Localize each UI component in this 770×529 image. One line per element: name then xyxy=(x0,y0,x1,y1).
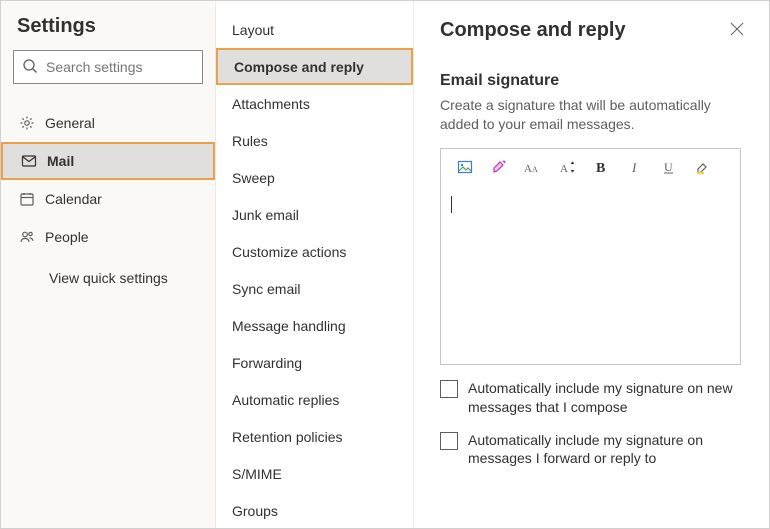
search-settings[interactable] xyxy=(13,50,203,84)
pane-title: Compose and reply xyxy=(440,19,626,42)
include-on-reply-checkbox[interactable] xyxy=(440,432,458,450)
search-icon xyxy=(22,58,38,77)
italic-icon: I xyxy=(627,159,643,178)
sub-item-label: Layout xyxy=(232,22,274,38)
calendar-icon xyxy=(19,191,45,207)
font-size-icon: A xyxy=(558,159,576,178)
sub-item-junk-email[interactable]: Junk email xyxy=(216,196,413,233)
sub-item-forwarding[interactable]: Forwarding xyxy=(216,344,413,381)
nav-label: People xyxy=(45,229,197,245)
image-icon xyxy=(457,159,473,178)
sub-item-retention-policies[interactable]: Retention policies xyxy=(216,418,413,455)
svg-text:U: U xyxy=(664,160,673,174)
pane-scroll[interactable]: Email signature Create a signature that … xyxy=(414,56,769,528)
sub-item-attachments[interactable]: Attachments xyxy=(216,85,413,122)
sub-item-label: S/MIME xyxy=(232,466,282,482)
sub-item-label: Attachments xyxy=(232,96,310,112)
settings-pane: Compose and reply Email signature Create… xyxy=(414,1,769,528)
sub-item-smime[interactable]: S/MIME xyxy=(216,455,413,492)
svg-text:A: A xyxy=(524,163,532,175)
email-signature-description: Create a signature that will be automati… xyxy=(440,96,740,134)
font-size-button[interactable]: A xyxy=(551,153,583,185)
email-signature-heading: Email signature xyxy=(440,72,741,90)
svg-text:A: A xyxy=(532,165,538,174)
sub-item-automatic-replies[interactable]: Automatic replies xyxy=(216,381,413,418)
sub-item-rules[interactable]: Rules xyxy=(216,122,413,159)
font-family-button[interactable]: AA xyxy=(517,153,549,185)
sub-item-label: Compose and reply xyxy=(234,59,364,75)
sub-item-message-handling[interactable]: Message handling xyxy=(216,307,413,344)
paint-icon xyxy=(491,159,507,178)
include-on-new-label: Automatically include my signature on ne… xyxy=(468,379,738,417)
sub-item-layout[interactable]: Layout xyxy=(216,11,413,48)
svg-text:B: B xyxy=(596,161,605,175)
highlight-icon xyxy=(695,159,711,178)
settings-title: Settings xyxy=(1,15,215,50)
italic-button[interactable]: I xyxy=(619,153,651,185)
view-quick-settings-link[interactable]: View quick settings xyxy=(1,256,215,286)
bold-button[interactable]: B xyxy=(585,153,617,185)
include-on-new-checkbox[interactable] xyxy=(440,380,458,398)
nav-item-general[interactable]: General xyxy=(1,104,215,142)
signature-editor: AA A B I U xyxy=(440,148,741,365)
sub-item-label: Sweep xyxy=(232,170,275,186)
search-input[interactable] xyxy=(46,59,194,75)
svg-text:I: I xyxy=(631,160,637,175)
nav-item-people[interactable]: People xyxy=(1,218,215,256)
insert-image-button[interactable] xyxy=(449,153,481,185)
sub-item-label: Retention policies xyxy=(232,429,343,445)
sub-item-groups[interactable]: Groups xyxy=(216,492,413,528)
close-button[interactable] xyxy=(725,17,749,44)
svg-text:A: A xyxy=(560,163,568,175)
sub-item-label: Rules xyxy=(232,133,268,149)
highlight-button[interactable] xyxy=(687,153,719,185)
sub-item-label: Junk email xyxy=(232,207,299,223)
sub-item-label: Forwarding xyxy=(232,355,302,371)
include-on-reply-label: Automatically include my signature on me… xyxy=(468,431,738,469)
nav-label: Mail xyxy=(47,153,195,169)
underline-button[interactable]: U xyxy=(653,153,685,185)
sub-item-sweep[interactable]: Sweep xyxy=(216,159,413,196)
close-icon xyxy=(729,24,745,40)
secondary-sidebar: Layout Compose and reply Attachments Rul… xyxy=(216,1,414,528)
nav-label: General xyxy=(45,115,197,131)
signature-textarea[interactable] xyxy=(441,189,740,364)
sub-item-label: Groups xyxy=(232,503,278,519)
sub-item-compose-and-reply[interactable]: Compose and reply xyxy=(216,48,413,85)
nav-label: Calendar xyxy=(45,191,197,207)
sub-item-label: Message handling xyxy=(232,318,346,334)
nav-item-mail[interactable]: Mail xyxy=(1,142,215,180)
format-painter-button[interactable] xyxy=(483,153,515,185)
people-icon xyxy=(19,229,45,245)
sub-item-customize-actions[interactable]: Customize actions xyxy=(216,233,413,270)
bold-icon: B xyxy=(593,159,609,178)
font-icon: AA xyxy=(524,159,542,178)
mail-icon xyxy=(21,153,47,169)
sub-item-label: Automatic replies xyxy=(232,392,339,408)
primary-sidebar: Settings General Mail Calendar xyxy=(1,1,216,528)
nav-item-calendar[interactable]: Calendar xyxy=(1,180,215,218)
text-caret xyxy=(451,196,452,213)
sub-item-label: Sync email xyxy=(232,281,300,297)
sub-item-sync-email[interactable]: Sync email xyxy=(216,270,413,307)
underline-icon: U xyxy=(661,159,677,178)
gear-icon xyxy=(19,115,45,131)
sub-item-label: Customize actions xyxy=(232,244,346,260)
editor-toolbar: AA A B I U xyxy=(441,149,740,189)
